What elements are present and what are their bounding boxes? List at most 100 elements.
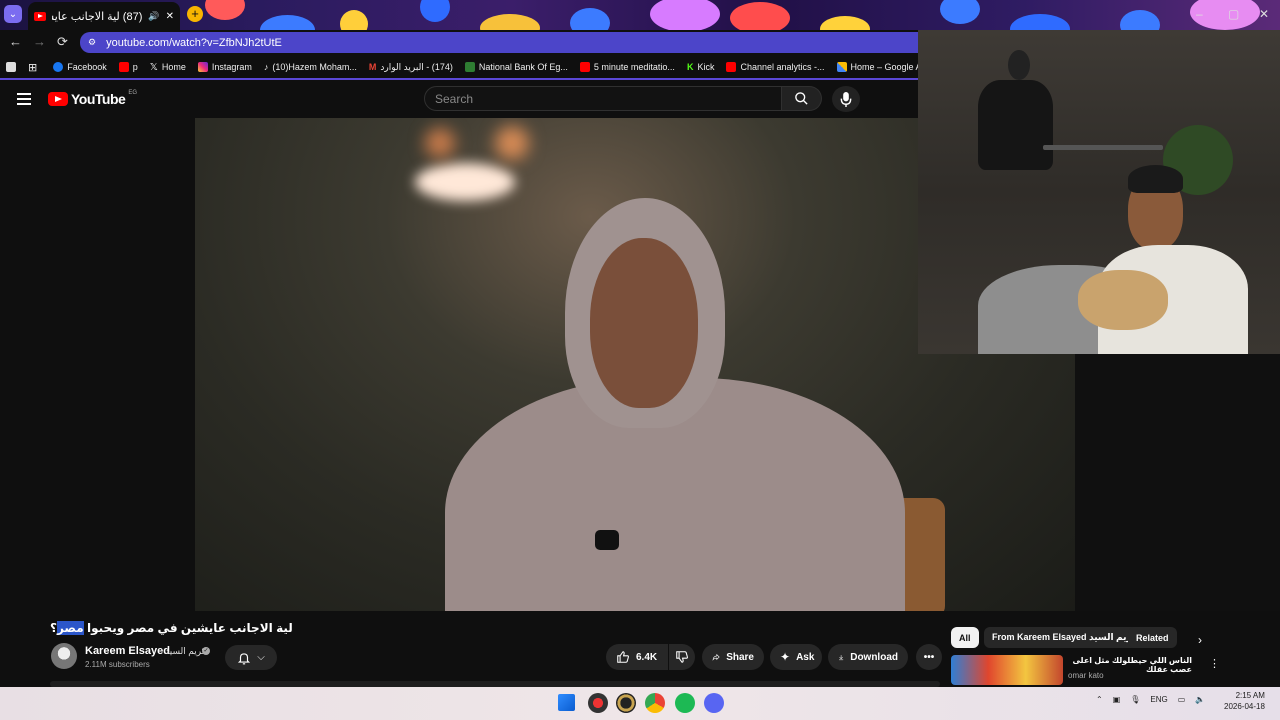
country-code: EG — [128, 90, 137, 96]
minimize-button[interactable]: – — [1196, 7, 1203, 21]
bookmark-label: p — [132, 62, 138, 72]
more-actions-button[interactable]: ••• — [916, 644, 942, 670]
title-text: لية الاجانب عايشين في مصر ويحبوا — [83, 621, 293, 635]
bank-icon — [464, 62, 475, 72]
bookmark-label: Channel analytics -... — [740, 62, 825, 72]
app-icon[interactable] — [588, 693, 608, 713]
browser-tab[interactable]: (87) لية الاجانب عايشين في مصر 🔊 ✕ — [28, 2, 180, 30]
youtube-icon — [726, 62, 737, 72]
bookmark-item[interactable]: K Kick — [681, 62, 721, 72]
related-video-channel[interactable]: omar kato — [1068, 671, 1104, 680]
bookmark-label: National Bank Of Eg... — [478, 62, 568, 72]
tab-search-button[interactable]: ⌄ — [4, 5, 22, 23]
display-icon[interactable]: ▭ — [1178, 695, 1186, 704]
youtube-icon — [48, 92, 68, 106]
close-window-button[interactable]: ✕ — [1259, 7, 1269, 21]
chip-from-channel[interactable]: From Kareem Elsayed كريم السيد — [984, 627, 1146, 648]
youtube-icon — [579, 62, 590, 72]
bookmark-label: (174) - البريد الوارد — [380, 61, 453, 72]
back-button[interactable]: ← — [9, 34, 22, 49]
restore-button[interactable]: ▢ — [1228, 7, 1239, 21]
spotify-icon[interactable] — [675, 693, 695, 713]
sidebar-toggle-icon[interactable] — [0, 62, 22, 72]
voice-search-button[interactable] — [832, 86, 860, 112]
clock-date: 2026-04-18 — [1224, 702, 1265, 711]
share-button[interactable]: Share — [702, 644, 764, 670]
windows-taskbar — [0, 687, 1280, 720]
bookmark-item[interactable]: 𝕏 Home — [144, 62, 192, 73]
title-selected-text: مصر — [56, 621, 84, 635]
bookmark-label: Home — [161, 62, 186, 72]
channel-name-arabic[interactable]: كريم السيد — [165, 646, 206, 657]
more-vertical-icon[interactable]: ⋮ — [1209, 657, 1220, 670]
microphone-icon — [840, 91, 852, 107]
chip-all[interactable]: All — [951, 627, 979, 648]
bookmark-label: Instagram — [211, 62, 252, 72]
bookmark-item[interactable]: p — [113, 62, 144, 72]
url-text: youtube.com/watch?v=ZfbNJh2tUtE — [106, 36, 282, 49]
microphone-icon[interactable]: 🎙 — [1130, 695, 1140, 704]
sparkle-icon: ✦ — [780, 650, 791, 664]
discord-icon[interactable] — [704, 693, 724, 713]
volume-icon[interactable]: 🔈 — [1195, 695, 1205, 704]
tiktok-icon: ♪ — [263, 62, 269, 72]
apps-grid-icon[interactable]: ⊞ — [22, 61, 43, 74]
windows-start-icon[interactable] — [558, 694, 575, 711]
forward-button[interactable]: → — [33, 34, 46, 49]
notification-bell-button[interactable]: ⌵ — [225, 645, 277, 670]
download-icon — [839, 654, 844, 660]
share-icon — [712, 653, 720, 661]
network-app-icon[interactable]: ▣ — [1113, 695, 1121, 704]
bookmark-label: Kick — [697, 62, 715, 72]
more-horizontal-icon: ••• — [923, 651, 935, 663]
like-button[interactable]: 6.4K — [606, 644, 668, 670]
chevron-down-icon: ⌵ — [257, 652, 265, 663]
ask-label: Ask — [796, 651, 815, 663]
search-button[interactable] — [782, 86, 822, 111]
address-bar[interactable]: ⚙ youtube.com/watch?v=ZfbNJh2tUtE — [80, 32, 918, 53]
site-settings-icon[interactable]: ⚙ — [88, 37, 96, 48]
related-video-thumbnail[interactable] — [951, 655, 1063, 685]
bookmark-item[interactable]: 5 minute meditatio... — [574, 62, 681, 72]
avatar[interactable] — [51, 643, 77, 669]
clock-time: 2:15 AM — [1235, 691, 1265, 700]
tab-title: (87) لية الاجانب عايشين في مصر — [52, 10, 143, 23]
new-tab-button[interactable]: + — [187, 6, 203, 22]
search-icon — [795, 92, 808, 105]
thumbs-down-icon — [676, 651, 688, 663]
taskbar-clock[interactable]: 2:15 AM 2026-04-18 — [1224, 690, 1265, 712]
bookmark-item[interactable]: ♪ (10)Hazem Moham... — [258, 62, 363, 72]
channel-name[interactable]: Kareem Elsayed — [85, 645, 170, 657]
close-tab-icon[interactable]: ✕ — [166, 11, 174, 22]
download-button[interactable]: Download — [828, 644, 908, 670]
bookmark-item[interactable]: Channel analytics -... — [720, 62, 830, 72]
x-icon: 𝕏 — [149, 61, 158, 73]
speaker-icon[interactable]: 🔊 — [148, 11, 159, 22]
bell-icon — [238, 652, 251, 664]
search-input[interactable]: Search — [424, 86, 782, 111]
dislike-button[interactable] — [669, 644, 695, 670]
chip-related[interactable]: Related — [1128, 627, 1177, 648]
instagram-icon — [197, 62, 208, 72]
youtube-logo[interactable]: YouTube EG — [48, 90, 137, 107]
obs-icon[interactable] — [616, 693, 636, 713]
chevron-right-icon[interactable]: › — [1198, 633, 1202, 647]
bookmark-item[interactable]: National Bank Of Eg... — [459, 62, 574, 72]
bookmark-label: (10)Hazem Moham... — [272, 62, 357, 72]
menu-icon[interactable] — [17, 93, 31, 105]
google-ads-icon — [836, 62, 847, 72]
reload-button[interactable]: ⟳ — [57, 34, 68, 50]
download-label: Download — [850, 651, 898, 663]
subscriber-count: 2.11M subscribers — [85, 660, 150, 669]
youtube-icon — [118, 62, 129, 72]
chevron-up-icon[interactable]: ⌃ — [1096, 695, 1103, 704]
logo-text: YouTube — [71, 91, 126, 107]
language-indicator[interactable]: ENG — [1150, 695, 1167, 704]
bookmark-item[interactable]: Facebook — [47, 62, 113, 72]
verified-icon: ✓ — [202, 647, 210, 655]
ask-button[interactable]: ✦ Ask — [770, 644, 822, 670]
youtube-icon — [34, 11, 46, 21]
bookmark-item[interactable]: M (174) - البريد الوارد — [363, 62, 459, 73]
chrome-icon[interactable] — [645, 693, 665, 713]
bookmark-item[interactable]: Instagram — [192, 62, 258, 72]
